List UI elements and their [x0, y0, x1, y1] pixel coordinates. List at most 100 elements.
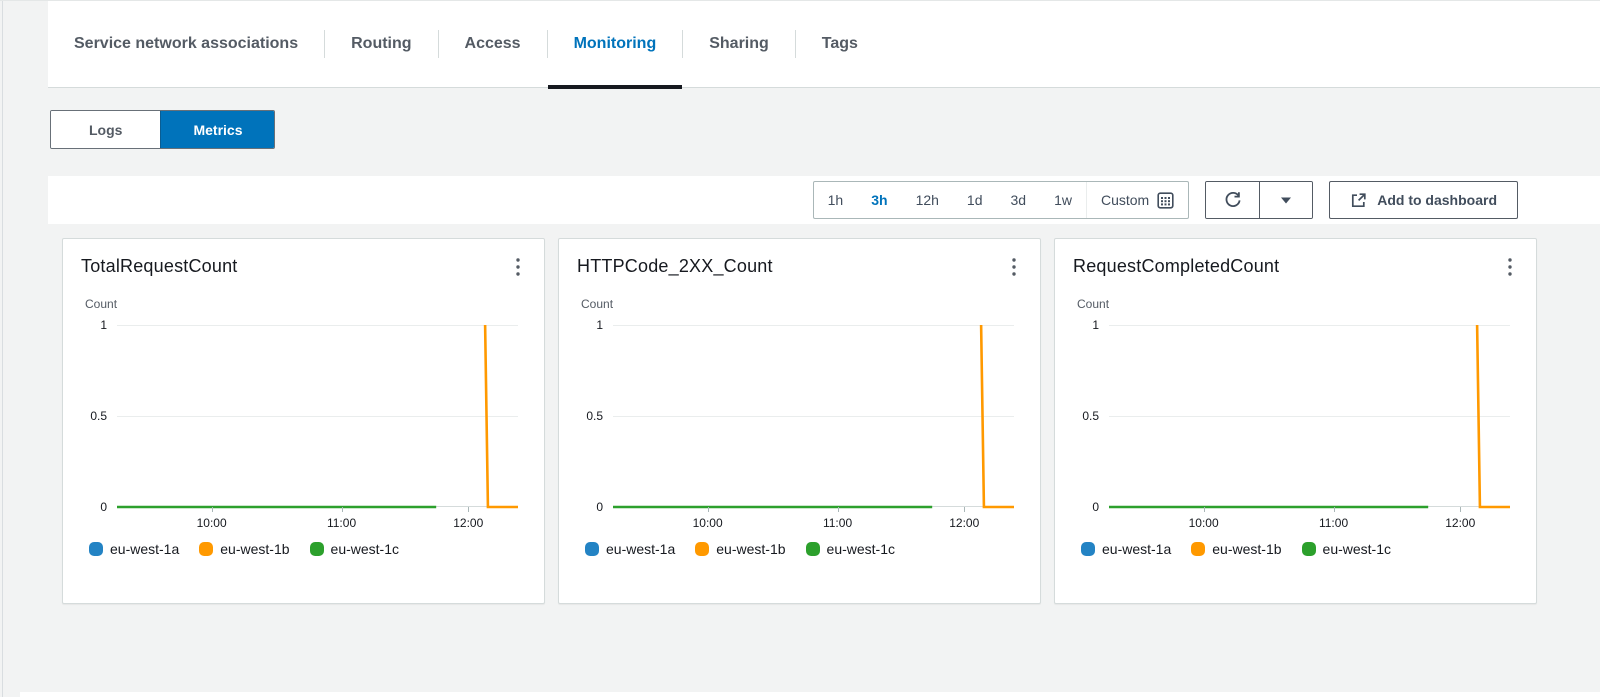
legend-item-eu-west-1c[interactable]: eu-west-1c: [805, 541, 895, 557]
chart-unit-label: Count: [85, 297, 118, 311]
y-tick-label: 1: [100, 318, 107, 332]
time-range-1d[interactable]: 1d: [953, 182, 997, 218]
y-tick-label: 0: [1092, 500, 1099, 514]
chart-title: HTTPCode_2XX_Count: [577, 256, 773, 276]
x-axis-ticks: 10:00 11:00 12:00: [1109, 507, 1510, 535]
tabs-bar: Service network associations Routing Acc…: [48, 1, 1600, 89]
legend-swatch-icon: [89, 542, 103, 556]
chart-card: TotalRequestCount Count 1 0.5 0 10:00 11:00…: [62, 238, 545, 604]
tab-service-network-associations[interactable]: Service network associations: [48, 1, 324, 87]
x-tick-label: 12:00: [1445, 516, 1476, 530]
chart-plot[interactable]: [1109, 325, 1510, 512]
legend-item-eu-west-1b[interactable]: eu-west-1b: [695, 541, 786, 557]
logs-toggle-button[interactable]: Logs: [51, 111, 161, 148]
legend-label: eu-west-1b: [1212, 541, 1282, 557]
legend-swatch-icon: [585, 542, 599, 556]
time-range-custom[interactable]: Custom: [1087, 182, 1188, 218]
y-tick-label: 0.5: [1082, 409, 1099, 423]
legend-swatch-icon: [695, 542, 710, 556]
legend-label: eu-west-1b: [716, 541, 786, 557]
metrics-toggle-button[interactable]: Metrics: [160, 111, 275, 148]
custom-range-label: Custom: [1100, 192, 1150, 208]
tab-routing[interactable]: Routing: [325, 1, 437, 87]
time-range-selector: 1h 3h 12h 1d 3d 1w Custom: [812, 181, 1190, 219]
legend-swatch-icon: [1081, 542, 1095, 556]
series-line-eu-west-1b: [485, 325, 518, 507]
legend-swatch-icon: [1301, 542, 1316, 556]
legend-item-eu-west-1a[interactable]: eu-west-1a: [585, 541, 675, 557]
metrics-toolbar: 1h 3h 12h 1d 3d 1w Custom Add to dashboa…: [48, 176, 1600, 224]
y-tick-label: 1: [596, 318, 603, 332]
x-tick-label: 10:00: [1188, 516, 1219, 530]
add-to-dashboard-button[interactable]: Add to dashboard: [1329, 181, 1518, 219]
time-range-1h[interactable]: 1h: [814, 182, 858, 218]
y-axis-ticks: 1 0.5 0: [81, 318, 117, 514]
x-tick-label: 11:00: [822, 516, 853, 530]
legend-item-eu-west-1c[interactable]: eu-west-1c: [1301, 541, 1391, 557]
legend-swatch-icon: [309, 542, 324, 556]
refresh-options-button[interactable]: [1259, 182, 1313, 218]
legend-item-eu-west-1a[interactable]: eu-west-1a: [89, 541, 179, 557]
x-tick-label: 10:00: [196, 516, 227, 530]
legend-item-eu-west-1a[interactable]: eu-west-1a: [1081, 541, 1171, 557]
tab-sharing[interactable]: Sharing: [683, 1, 795, 87]
y-tick-label: 0.5: [90, 409, 107, 423]
tab-tags[interactable]: Tags: [796, 1, 884, 87]
chart-plot[interactable]: [613, 325, 1014, 512]
legend-swatch-icon: [805, 542, 820, 556]
logs-metrics-toggle: Logs Metrics: [50, 110, 276, 149]
add-to-dashboard-label: Add to dashboard: [1377, 192, 1497, 208]
legend-swatch-icon: [199, 542, 214, 556]
y-axis-ticks: 1 0.5 0: [577, 318, 613, 514]
x-tick-label: 10:00: [692, 516, 723, 530]
chart-unit-label: Count: [581, 297, 614, 311]
y-axis-ticks: 1 0.5 0: [1073, 318, 1109, 514]
x-tick-label: 11:00: [1318, 516, 1349, 530]
legend-label: eu-west-1a: [110, 541, 180, 557]
time-range-3h[interactable]: 3h: [857, 182, 901, 218]
chart-legend: eu-west-1a eu-west-1b eu-west-1c: [89, 541, 524, 557]
x-tick-label: 12:00: [949, 516, 980, 530]
x-tick-label: 12:00: [453, 516, 484, 530]
page-left-border: [2, 0, 3, 697]
chart-plot[interactable]: [117, 325, 518, 512]
legend-label: eu-west-1b: [220, 541, 290, 557]
x-axis-ticks: 10:00 11:00 12:00: [117, 507, 518, 535]
tab-monitoring[interactable]: Monitoring: [547, 1, 683, 89]
legend-label: eu-west-1a: [606, 541, 676, 557]
refresh-icon: [1223, 190, 1243, 210]
legend-label: eu-west-1c: [330, 541, 399, 557]
charts-row: TotalRequestCount Count 1 0.5 0 10:00 11:00…: [62, 238, 1537, 604]
y-tick-label: 0.5: [586, 409, 603, 423]
external-link-icon: [1350, 192, 1367, 209]
chart-unit-label: Count: [1077, 297, 1110, 311]
time-range-3d[interactable]: 3d: [997, 182, 1041, 218]
chart-legend: eu-west-1a eu-west-1b eu-west-1c: [1081, 541, 1516, 557]
refresh-button-group: [1205, 181, 1314, 219]
series-line-eu-west-1b: [1477, 325, 1510, 507]
legend-label: eu-west-1a: [1102, 541, 1172, 557]
legend-item-eu-west-1b[interactable]: eu-west-1b: [1191, 541, 1282, 557]
legend-item-eu-west-1c[interactable]: eu-west-1c: [309, 541, 399, 557]
time-range-1w[interactable]: 1w: [1040, 182, 1086, 218]
next-section-edge: [20, 692, 1600, 697]
legend-label: eu-west-1c: [826, 541, 895, 557]
refresh-button[interactable]: [1206, 182, 1260, 218]
x-axis-ticks: 10:00 11:00 12:00: [613, 507, 1014, 535]
kebab-menu-icon[interactable]: [1008, 256, 1020, 278]
caret-down-icon: [1280, 196, 1292, 205]
kebab-menu-icon[interactable]: [512, 256, 524, 278]
time-range-12h[interactable]: 12h: [902, 182, 953, 218]
y-tick-label: 0: [100, 500, 107, 514]
series-line-eu-west-1b: [981, 325, 1014, 507]
legend-swatch-icon: [1191, 542, 1206, 556]
y-tick-label: 1: [1092, 318, 1099, 332]
legend-label: eu-west-1c: [1322, 541, 1391, 557]
y-tick-label: 0: [596, 500, 603, 514]
chart-title: RequestCompletedCount: [1073, 256, 1280, 276]
chart-card: RequestCompletedCount Count 1 0.5 0 10:00 1…: [1054, 238, 1537, 604]
legend-item-eu-west-1b[interactable]: eu-west-1b: [199, 541, 290, 557]
tab-access[interactable]: Access: [439, 1, 547, 87]
kebab-menu-icon[interactable]: [1504, 256, 1516, 278]
chart-card: HTTPCode_2XX_Count Count 1 0.5 0 10:00 11:0…: [558, 238, 1041, 604]
